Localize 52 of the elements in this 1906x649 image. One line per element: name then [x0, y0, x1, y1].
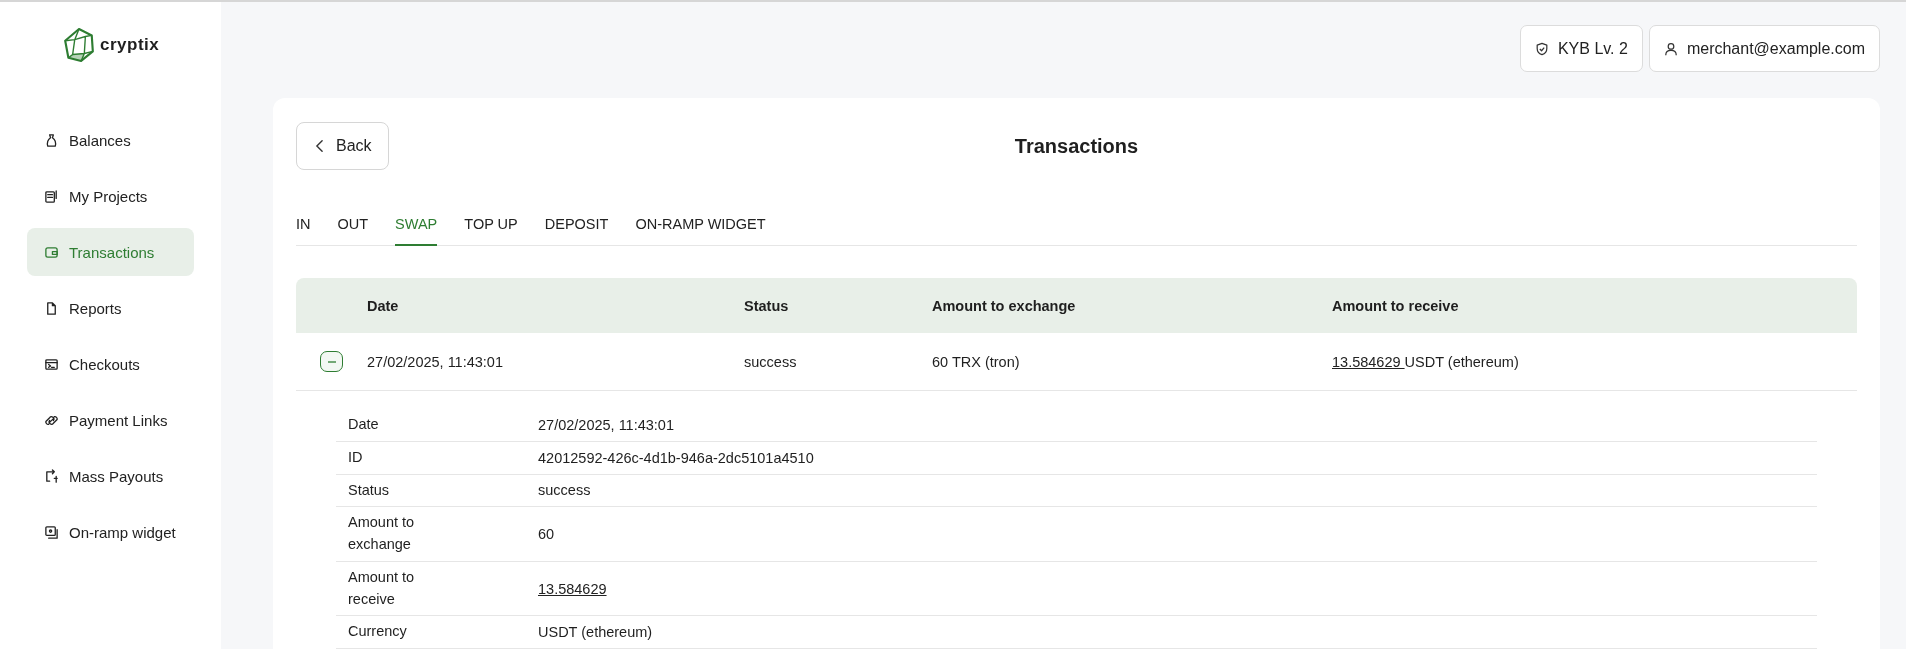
- detail-label: Date: [347, 415, 380, 434]
- widget-icon: [44, 524, 59, 540]
- cards-icon: [44, 188, 59, 204]
- brand-name: cryptix: [100, 35, 160, 55]
- tab[interactable]: DEPOSIT: [544, 202, 609, 246]
- tab[interactable]: IN: [296, 202, 311, 246]
- detail-value: 42012592-426c-4d1b-946a-2dc5101a4510: [538, 449, 814, 466]
- detail-value: 27/02/2025, 11:43:01: [538, 416, 674, 433]
- table-cell: USDT (ethereum): [1404, 353, 1519, 370]
- chevron-left-icon: [315, 139, 324, 153]
- column-header: Status: [744, 297, 790, 314]
- tab[interactable]: SWAP: [395, 202, 438, 246]
- page-title: Transactions: [1013, 134, 1140, 158]
- transfer-icon: [44, 468, 59, 484]
- amount-link[interactable]: 13.584629: [1332, 353, 1405, 370]
- table-cell-text: 60 TRX (tron): [932, 353, 1021, 370]
- sidebar-item[interactable]: My Projects: [27, 172, 194, 220]
- sidebar-item[interactable]: Balances: [27, 116, 194, 164]
- detail-value: 60: [538, 526, 555, 542]
- detail-label: Amount to receive: [347, 567, 416, 609]
- money-bag-icon: [44, 132, 59, 148]
- tab[interactable]: ON-RAMP WIDGET: [635, 202, 766, 246]
- sidebar-item[interactable]: Mass Payouts: [27, 452, 194, 500]
- column-header: Amount to exchange: [932, 297, 1077, 314]
- terminal-icon: [44, 356, 59, 372]
- tab[interactable]: OUT: [337, 202, 369, 246]
- table-cell-text: 27/02/2025, 11:43:01: [367, 353, 504, 370]
- tab[interactable]: TOP UP: [464, 202, 518, 246]
- detail-value: USDT (ethereum): [538, 624, 653, 641]
- column-header: Date: [367, 297, 400, 314]
- amount-link[interactable]: 13.584629: [538, 580, 607, 597]
- user-icon: [1663, 41, 1678, 56]
- sidebar-item[interactable]: Reports: [27, 284, 194, 332]
- collapse-toggle[interactable]: [320, 351, 343, 372]
- detail-label: Amount to exchange: [347, 513, 416, 554]
- shield-check-icon: [1534, 41, 1549, 56]
- logo-icon: [64, 28, 94, 62]
- file-icon: [44, 300, 59, 316]
- account-button[interactable]: merchant@example.com: [1648, 25, 1880, 72]
- sidebar-item[interactable]: Transactions: [27, 228, 194, 276]
- detail-label: Currency: [347, 622, 408, 642]
- sidebar-item[interactable]: Checkouts: [27, 340, 194, 388]
- sidebar-item[interactable]: On-ramp widget: [27, 508, 194, 556]
- wallet-icon: [44, 244, 59, 260]
- table-cell-text: success: [744, 353, 798, 370]
- column-header: Amount to receive: [1332, 297, 1460, 314]
- detail-label: ID: [347, 447, 364, 467]
- back-button[interactable]: Back: [296, 122, 389, 170]
- sidebar-item[interactable]: Payment Links: [27, 396, 194, 444]
- detail-value: success: [538, 482, 591, 499]
- detail-label: Status: [347, 480, 391, 500]
- kyb-level-button[interactable]: KYB Lv. 2: [1519, 25, 1643, 72]
